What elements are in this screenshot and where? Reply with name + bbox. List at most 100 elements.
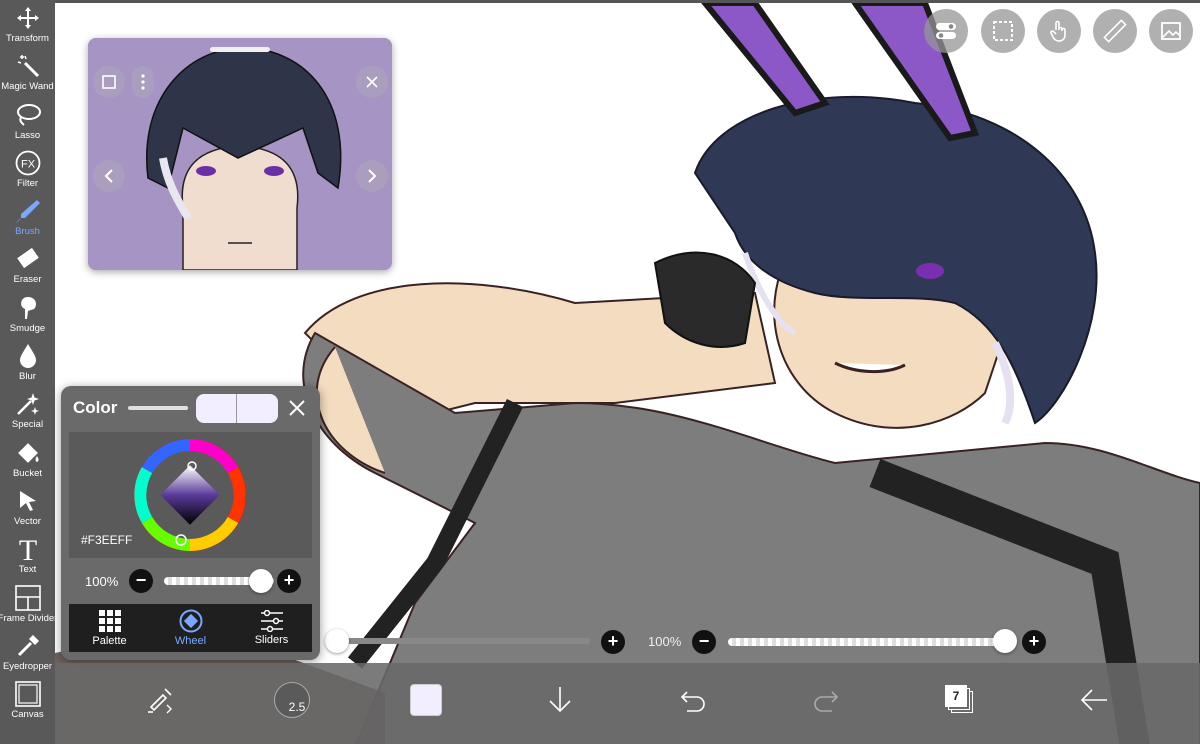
more-vertical-icon [141, 74, 145, 90]
reference-next-button[interactable] [356, 160, 388, 192]
color-panel-title: Color [73, 398, 118, 417]
tab-palette[interactable]: Palette [69, 604, 150, 652]
layers-button[interactable]: 7 [935, 675, 985, 725]
wheel-icon [179, 609, 202, 633]
tool-label: Vector [14, 515, 41, 527]
brush-size-value: 2.5 [288, 700, 306, 714]
layers-icon: 7 [945, 685, 975, 715]
move-icon [14, 4, 42, 32]
color-panel[interactable]: Color #F3EEFF 100% − + Palette Wheel Sli… [61, 386, 320, 660]
tool-brush[interactable]: Brush [0, 197, 55, 245]
tool-frame-divider[interactable]: Frame Divider [0, 584, 58, 632]
color-opacity-value: 100% [85, 574, 119, 589]
text-icon: T [14, 535, 42, 563]
selection-button[interactable] [981, 9, 1025, 53]
smudge-icon [14, 294, 42, 322]
redo-button[interactable] [801, 675, 851, 725]
undo-button[interactable] [668, 675, 718, 725]
tool-label: Blur [19, 371, 36, 383]
svg-text:T: T [18, 535, 36, 563]
tool-eraser[interactable]: Eraser [0, 245, 55, 293]
tab-wheel[interactable]: Wheel [150, 604, 231, 652]
current-color-swatch [410, 684, 442, 716]
reference-image-button[interactable] [1149, 9, 1193, 53]
tab-label: Palette [92, 634, 127, 647]
bottom-toolbar: 2.5 7 [55, 663, 1200, 744]
toggle-button[interactable] [924, 9, 968, 53]
ruler-icon [1103, 19, 1127, 43]
svg-text:FX: FX [20, 158, 35, 170]
layer-count: 7 [952, 689, 960, 703]
color-panel-drag-bar[interactable] [128, 406, 188, 410]
color-opacity-plus-button[interactable]: + [277, 569, 301, 593]
reference-close-button[interactable] [356, 66, 388, 98]
reference-menu-button[interactable] [132, 66, 154, 98]
tool-filter[interactable]: FX Filter [0, 149, 55, 197]
reference-prev-button[interactable] [93, 160, 125, 192]
reference-crop-button[interactable] [93, 66, 125, 98]
reference-window[interactable] [88, 38, 392, 270]
secondary-color-swatch[interactable] [237, 394, 278, 423]
touch-button[interactable] [1037, 9, 1081, 53]
tool-lasso[interactable]: Lasso [0, 101, 55, 149]
tool-vector[interactable]: Vector [0, 487, 55, 535]
tool-label: Frame Divider [0, 612, 58, 624]
color-hex-value[interactable]: #F3EEFF [81, 533, 132, 547]
quick-tools-button[interactable] [135, 675, 185, 725]
tool-magic-wand[interactable]: Magic Wand [0, 52, 55, 100]
download-button[interactable] [535, 675, 585, 725]
lasso-icon [14, 101, 42, 129]
brush-opacity-minus-button[interactable]: − [692, 630, 716, 654]
chevron-left-icon [104, 169, 113, 183]
fx-icon: FX [14, 149, 42, 177]
tab-sliders[interactable]: Sliders [231, 604, 312, 652]
tool-label: Magic Wand [1, 81, 54, 93]
current-color-button[interactable] [401, 675, 451, 725]
toggle-icon [936, 23, 956, 39]
cursor-icon [14, 487, 42, 515]
eraser-icon [14, 245, 42, 273]
image-icon [1161, 22, 1181, 40]
tab-label: Sliders [254, 634, 289, 646]
tool-blur[interactable]: Blur [0, 342, 55, 390]
color-opacity-minus-button[interactable]: − [129, 569, 153, 593]
brush-opacity-value: 100% [648, 634, 682, 649]
tool-text[interactable]: T Text [0, 535, 55, 583]
primary-color-swatch[interactable] [196, 394, 237, 423]
brush-size-track[interactable] [330, 638, 590, 644]
brush-opacity-plus-button[interactable]: + [1022, 630, 1046, 654]
back-button[interactable] [1069, 675, 1119, 725]
tool-eyedropper[interactable]: Eyedropper [0, 632, 55, 680]
blur-drop-icon [14, 342, 42, 370]
tool-label: Canvas [11, 709, 44, 721]
close-icon [366, 76, 378, 88]
tool-smudge[interactable]: Smudge [0, 294, 55, 342]
tool-bucket[interactable]: Bucket [0, 439, 55, 487]
color-opacity-knob[interactable] [249, 569, 273, 593]
chevron-right-icon [368, 169, 377, 183]
arrow-down-icon [549, 687, 571, 713]
brush-opacity-track[interactable] [728, 638, 1012, 646]
tool-label: Transform [6, 33, 49, 44]
brush-icon [14, 197, 42, 225]
color-wheel-area: #F3EEFF [69, 432, 312, 558]
tool-label: Bucket [12, 467, 43, 479]
color-panel-close-button[interactable] [287, 398, 307, 418]
color-mode-tabs: Palette Wheel Sliders [69, 604, 312, 652]
magic-wand-icon [14, 52, 42, 80]
eyedropper-icon [14, 632, 42, 660]
brush-size-indicator[interactable]: 2.5 [267, 675, 317, 725]
tool-sidebar: Transform Magic Wand Lasso FX Filter Bru… [0, 0, 58, 744]
hand-touch-icon [1050, 20, 1066, 42]
brush-size-plus-button[interactable]: + [601, 630, 625, 654]
reference-drag-handle[interactable] [210, 47, 270, 52]
brush-size-knob[interactable] [325, 629, 349, 653]
tool-transform[interactable]: Transform [0, 4, 55, 52]
brush-eraser-swap-icon [148, 688, 172, 714]
ruler-button[interactable] [1093, 9, 1137, 53]
brush-opacity-knob[interactable] [993, 629, 1017, 653]
tool-label: Filter [16, 177, 39, 189]
tool-canvas[interactable]: Canvas [0, 680, 55, 728]
tool-special[interactable]: Special [0, 390, 55, 438]
tool-label: Brush [15, 226, 40, 238]
